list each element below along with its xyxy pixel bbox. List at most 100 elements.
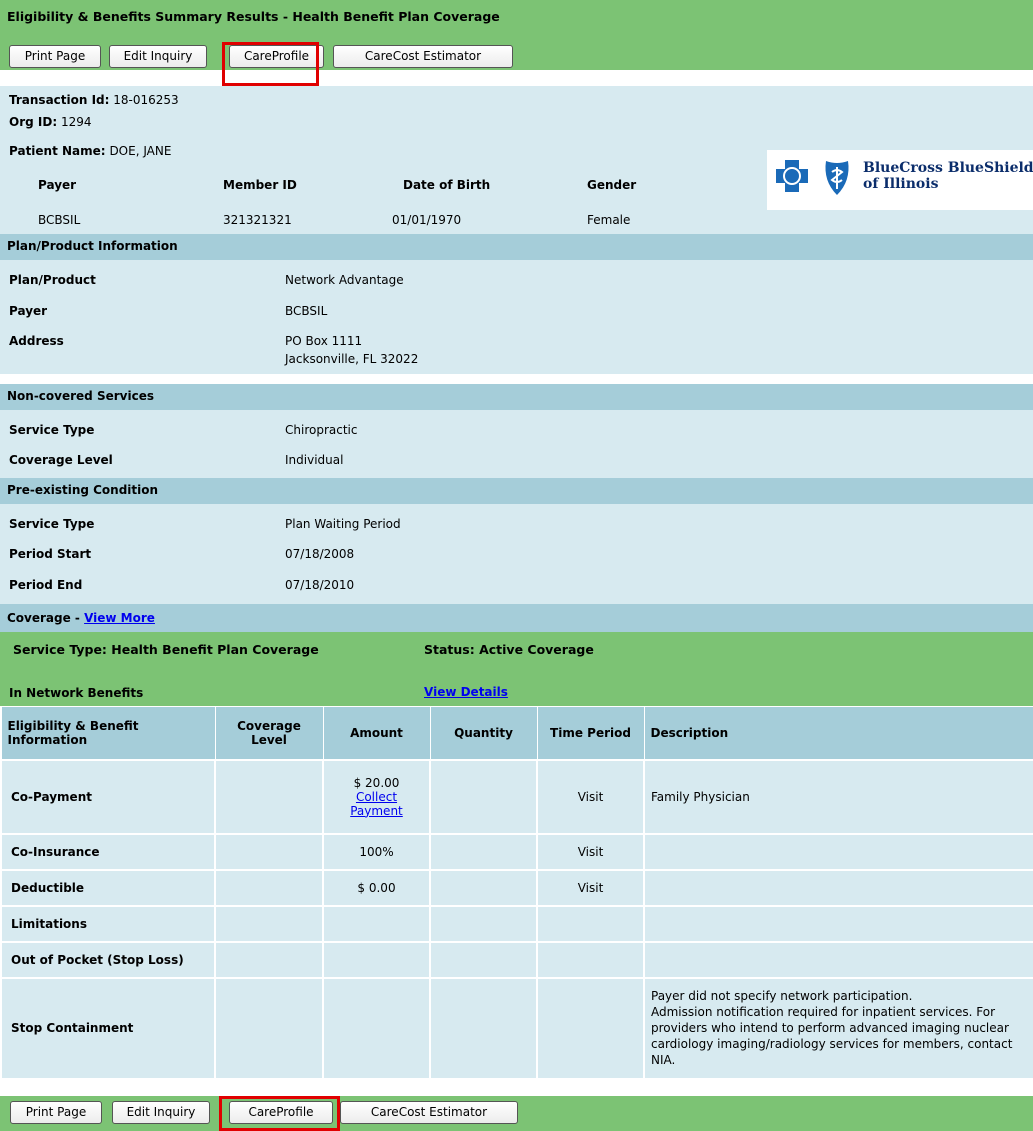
benefit-info-cell: Out of Pocket (Stop Loss): [0, 940, 216, 979]
amount-cell: [322, 940, 431, 979]
description-cell: [643, 868, 1033, 907]
coverage-label: Coverage -: [7, 611, 85, 625]
amount-value: $ 20.00: [353, 775, 400, 790]
plan-section-header: Plan/Product Information: [0, 234, 1033, 260]
description-line-1: Payer did not specify network participat…: [651, 989, 913, 1003]
careprofile-button[interactable]: CareProfile: [229, 45, 324, 68]
transaction-id: Transaction Id: 18-016253: [9, 93, 179, 107]
table-row: Deductible $ 0.00 Visit: [0, 868, 1033, 907]
period-start-label: Period Start: [9, 547, 92, 561]
careprofile-button-bottom[interactable]: CareProfile: [229, 1101, 333, 1124]
patient-name: Patient Name: DOE, JANE: [9, 144, 171, 158]
amount-cell: $ 0.00: [322, 868, 431, 907]
member-id-value: 321321321: [223, 213, 292, 227]
collect-payment-link[interactable]: Collect Payment: [330, 790, 423, 818]
preexisting-section-header: Pre-existing Condition: [0, 478, 1033, 504]
time-period-cell: [536, 976, 645, 1080]
col-header-quantity: Quantity: [429, 706, 538, 760]
plan-product-value: Network Advantage: [285, 273, 404, 287]
amount-cell: [322, 976, 431, 1080]
page-title-bar: Eligibility & Benefits Summary Results -…: [0, 0, 1033, 42]
preexisting-section-body: Service Type Plan Waiting Period Period …: [0, 504, 1033, 604]
period-end-value: 07/18/2010: [285, 578, 355, 592]
quantity-cell: [429, 976, 538, 1080]
description-cell: Family Physician: [643, 758, 1033, 835]
benefits-table: Eligibility & Benefit Information Covera…: [0, 706, 1033, 1080]
time-period-cell: Visit: [536, 832, 645, 871]
edit-inquiry-button-bottom[interactable]: Edit Inquiry: [112, 1101, 210, 1124]
benefit-info-cell: Co-Insurance: [0, 832, 216, 871]
view-more-link[interactable]: View More: [84, 611, 155, 625]
table-row: Limitations: [0, 904, 1033, 943]
table-row: Co-Payment $ 20.00 Collect Payment Visit…: [0, 758, 1033, 835]
benefit-info-cell: Limitations: [0, 904, 216, 943]
carecost-estimator-button[interactable]: CareCost Estimator: [333, 45, 513, 68]
benefits-header-row: Eligibility & Benefit Information Covera…: [0, 706, 1033, 760]
print-page-button-bottom[interactable]: Print Page: [10, 1101, 102, 1124]
plan-payer-label: Payer: [9, 304, 48, 318]
plan-address-line2: Jacksonville, FL 32022: [285, 352, 419, 366]
print-page-button[interactable]: Print Page: [9, 45, 101, 68]
patient-name-label: Patient Name:: [9, 144, 106, 158]
time-period-cell: Visit: [536, 868, 645, 907]
plan-payer-value: BCBSIL: [285, 304, 328, 318]
amount-cell: $ 20.00 Collect Payment: [322, 758, 431, 835]
coverage-summary-panel: Service Type: Health Benefit Plan Covera…: [0, 632, 1033, 706]
org-id: Org ID: 1294: [9, 115, 92, 129]
coverage-level-cell: [214, 758, 324, 835]
noncovered-section-body: Service Type Chiropractic Coverage Level…: [0, 410, 1033, 478]
coverage-level-label: Coverage Level: [9, 453, 113, 467]
time-period-cell: [536, 940, 645, 979]
top-toolbar: Print Page Edit Inquiry CareProfile Care…: [0, 42, 1033, 70]
col-header-amount: Amount: [322, 706, 431, 760]
transaction-id-value: 18-016253: [113, 93, 179, 107]
plan-address-line1: PO Box 1111: [285, 334, 363, 348]
coverage-level-cell: [214, 976, 324, 1080]
plan-address-label: Address: [9, 334, 64, 348]
payer-value: BCBSIL: [38, 213, 81, 227]
coverage-status: Status: Active Coverage: [424, 642, 594, 657]
edit-inquiry-button[interactable]: Edit Inquiry: [109, 45, 207, 68]
description-cell: [643, 832, 1033, 871]
quantity-cell: [429, 868, 538, 907]
table-row: Co-Insurance 100% Visit: [0, 832, 1033, 871]
description-line-2: Admission notification required for inpa…: [651, 1005, 1013, 1067]
noncovered-service-type-value: Chiropractic: [285, 423, 358, 437]
col-header-info: Eligibility & Benefit Information: [0, 706, 216, 760]
dob-header: Date of Birth: [403, 178, 491, 192]
dob-value: 01/01/1970: [392, 213, 462, 227]
org-id-value: 1294: [60, 115, 92, 129]
coverage-service-type: Service Type: Health Benefit Plan Covera…: [13, 642, 319, 657]
coverage-level-cell: [214, 832, 324, 871]
bluecross-blueshield-icon: [776, 160, 849, 195]
noncovered-section-header: Non-covered Services: [0, 384, 1033, 410]
noncovered-service-type-label: Service Type: [9, 423, 95, 437]
description-cell: [643, 940, 1033, 979]
transaction-id-label: Transaction Id:: [9, 93, 110, 107]
plan-product-label: Plan/Product: [9, 273, 96, 287]
coverage-level-cell: [214, 904, 324, 943]
coverage-level-cell: [214, 868, 324, 907]
view-details-link[interactable]: View Details: [424, 685, 508, 699]
gender-value: Female: [587, 213, 631, 227]
in-network-benefits-label: In Network Benefits: [9, 686, 144, 700]
bcbs-logo-text: BlueCross BlueShield of Illinois: [863, 160, 1033, 192]
payer-header: Payer: [38, 178, 77, 192]
benefit-info-cell: Co-Payment: [0, 758, 216, 835]
description-cell: Payer did not specify network participat…: [643, 976, 1033, 1080]
time-period-cell: Visit: [536, 758, 645, 835]
page-title: Eligibility & Benefits Summary Results -…: [7, 9, 500, 24]
quantity-cell: [429, 940, 538, 979]
carecost-estimator-button-bottom[interactable]: CareCost Estimator: [340, 1101, 518, 1124]
plan-section-body: Plan/Product Network Advantage Payer BCB…: [0, 260, 1033, 374]
coverage-level-cell: [214, 940, 324, 979]
member-id-header: Member ID: [223, 178, 297, 192]
benefit-info-cell: Stop Containment: [0, 976, 216, 1080]
bcbs-logo: BlueCross BlueShield of Illinois: [767, 150, 1033, 210]
bottom-toolbar: Print Page Edit Inquiry CareProfile Care…: [0, 1096, 1033, 1131]
preexisting-service-type-label: Service Type: [9, 517, 95, 531]
org-id-label: Org ID:: [9, 115, 58, 129]
gender-header: Gender: [587, 178, 637, 192]
preexisting-service-type-value: Plan Waiting Period: [285, 517, 401, 531]
amount-cell: [322, 904, 431, 943]
